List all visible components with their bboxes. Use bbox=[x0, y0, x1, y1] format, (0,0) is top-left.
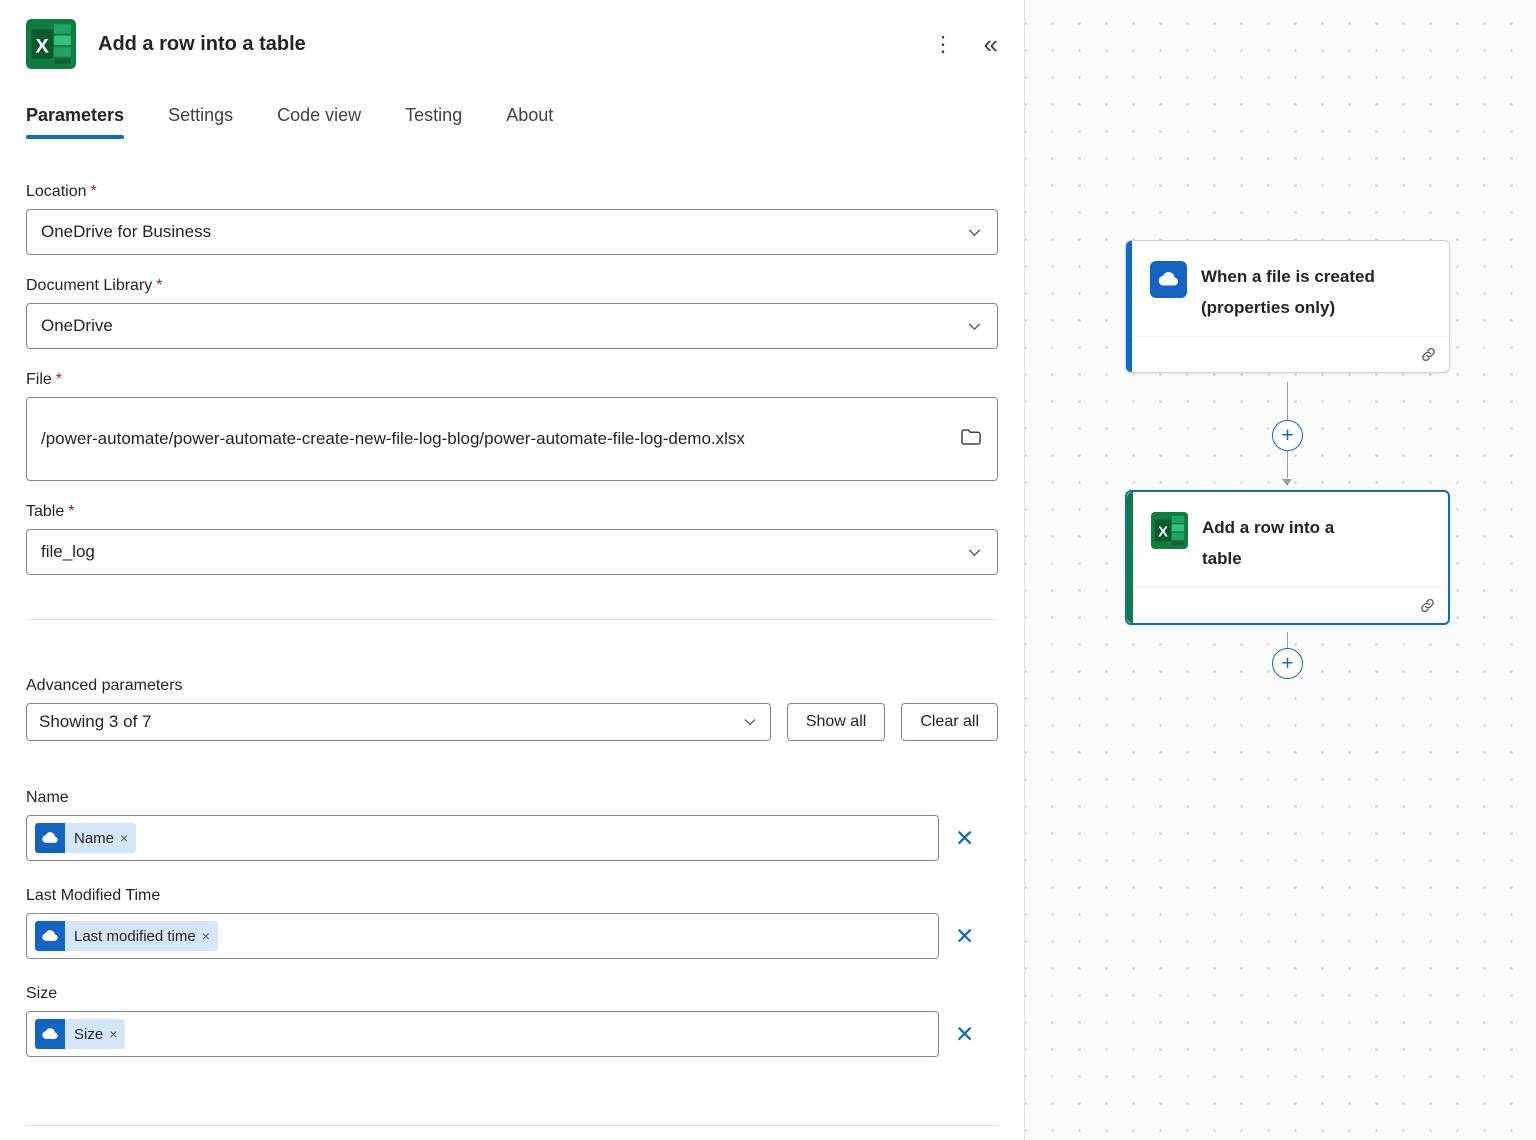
node-body: X Add a row into a table bbox=[1127, 492, 1448, 587]
parameters-form: Location * OneDrive for Business Document… bbox=[26, 183, 998, 1057]
document-library-label: Document Library * bbox=[26, 277, 998, 295]
tab-testing[interactable]: Testing bbox=[405, 105, 462, 139]
location-label: Location * bbox=[26, 183, 998, 201]
location-value: OneDrive for Business bbox=[41, 222, 212, 241]
required-asterisk: * bbox=[90, 183, 97, 200]
file-value: /power-automate/power-automate-create-ne… bbox=[41, 429, 745, 449]
size-field-label: Size bbox=[26, 985, 58, 1002]
required-asterisk: * bbox=[55, 371, 63, 388]
file-input[interactable]: /power-automate/power-automate-create-ne… bbox=[26, 397, 998, 481]
link-icon[interactable] bbox=[1419, 597, 1436, 614]
kebab-menu-icon[interactable]: ⋮ bbox=[933, 34, 954, 55]
plus-icon: + bbox=[1281, 651, 1294, 675]
svg-text:X: X bbox=[1158, 525, 1168, 541]
last-modified-time-field-row: Last modified time × ✕ bbox=[26, 913, 998, 959]
location-dropdown[interactable]: OneDrive for Business bbox=[26, 209, 998, 255]
table-dropdown[interactable]: file_log bbox=[26, 529, 998, 575]
pill-remove-icon[interactable]: × bbox=[202, 928, 218, 944]
chevron-down-icon bbox=[966, 224, 983, 241]
tab-settings[interactable]: Settings bbox=[168, 105, 233, 139]
onedrive-cloud-icon bbox=[35, 921, 65, 951]
pill-label: Last modified time bbox=[74, 927, 196, 945]
node-footer bbox=[1127, 586, 1448, 623]
node-footer bbox=[1126, 335, 1449, 372]
file-label: File * bbox=[26, 371, 998, 389]
arrowhead-icon bbox=[1282, 479, 1292, 486]
size-field-row: Size × ✕ bbox=[26, 1011, 998, 1057]
onedrive-icon bbox=[1150, 261, 1187, 298]
clear-size-field-button[interactable]: ✕ bbox=[955, 1020, 975, 1047]
advanced-parameters-label: Advanced parameters bbox=[26, 677, 183, 694]
clear-last-modified-time-field-button[interactable]: ✕ bbox=[955, 922, 975, 949]
trigger-node-when-file-created[interactable]: When a file is created (properties only) bbox=[1125, 240, 1450, 373]
folder-picker-icon[interactable] bbox=[959, 425, 983, 454]
node-title: Add a row into a table bbox=[1202, 518, 1335, 569]
power-automate-editor: X Add a row into a table ⋮ « Parameters … bbox=[0, 0, 1536, 1140]
table-value: file_log bbox=[41, 542, 95, 561]
location-label-text: Location bbox=[26, 183, 87, 200]
link-icon[interactable] bbox=[1420, 346, 1437, 363]
chevron-down-icon bbox=[966, 544, 983, 561]
tab-bar: Parameters Settings Code view Testing Ab… bbox=[26, 105, 998, 139]
advanced-parameters-row: Showing 3 of 7 Show all Clear all bbox=[26, 703, 998, 741]
table-label: Table * bbox=[26, 503, 998, 521]
document-library-label-text: Document Library bbox=[26, 277, 153, 294]
dismiss-icon: ✕ bbox=[955, 922, 975, 949]
advanced-dropdown-value: Showing 3 of 7 bbox=[39, 712, 152, 731]
pill-remove-icon[interactable]: × bbox=[109, 1026, 125, 1042]
tab-parameters[interactable]: Parameters bbox=[26, 105, 125, 139]
chevron-down-icon bbox=[966, 318, 983, 335]
section-divider bbox=[26, 619, 998, 620]
excel-icon: X bbox=[26, 19, 76, 69]
name-field-row: Name × ✕ bbox=[26, 815, 998, 861]
action-config-panel: X Add a row into a table ⋮ « Parameters … bbox=[0, 0, 1024, 1140]
dynamic-content-pill-name[interactable]: Name × bbox=[35, 823, 137, 853]
onedrive-cloud-icon bbox=[35, 823, 65, 853]
dismiss-icon: ✕ bbox=[955, 1020, 975, 1047]
required-asterisk: * bbox=[156, 277, 163, 294]
table-label-text: Table bbox=[26, 503, 65, 520]
file-label-text: File bbox=[26, 371, 52, 388]
advanced-parameters-dropdown[interactable]: Showing 3 of 7 bbox=[26, 703, 771, 741]
pill-label: Name bbox=[74, 829, 115, 847]
panel-bottom-divider bbox=[26, 1125, 998, 1126]
pill-remove-icon[interactable]: × bbox=[120, 830, 136, 846]
plus-icon: + bbox=[1281, 423, 1294, 447]
header-actions: ⋮ « bbox=[933, 31, 998, 57]
name-input[interactable]: Name × bbox=[26, 815, 939, 861]
clear-name-field-button[interactable]: ✕ bbox=[955, 824, 975, 851]
flow-canvas[interactable]: When a file is created (properties only)… bbox=[1024, 0, 1536, 1140]
excel-icon: X bbox=[1151, 512, 1188, 549]
document-library-dropdown[interactable]: OneDrive bbox=[26, 303, 998, 349]
dynamic-content-pill-last-modified-time[interactable]: Last modified time × bbox=[35, 921, 218, 951]
connector-tail: + bbox=[1272, 632, 1303, 684]
last-modified-time-input[interactable]: Last modified time × bbox=[26, 913, 939, 959]
connector: + bbox=[1272, 382, 1303, 486]
name-field-label: Name bbox=[26, 789, 69, 806]
clear-all-button[interactable]: Clear all bbox=[901, 703, 998, 741]
show-all-button[interactable]: Show all bbox=[786, 703, 886, 741]
svg-text:X: X bbox=[36, 35, 50, 57]
collapse-panel-icon[interactable]: « bbox=[984, 31, 998, 57]
required-asterisk: * bbox=[68, 503, 75, 520]
add-action-button[interactable]: + bbox=[1272, 648, 1303, 679]
panel-header: X Add a row into a table ⋮ « bbox=[26, 0, 998, 69]
insert-action-button[interactable]: + bbox=[1272, 420, 1303, 451]
action-node-add-row-into-table[interactable]: X Add a row into a table bbox=[1125, 490, 1450, 625]
node-title: When a file is created (properties only) bbox=[1201, 267, 1375, 318]
onedrive-cloud-icon bbox=[35, 1019, 65, 1049]
last-modified-time-field-label: Last Modified Time bbox=[26, 887, 161, 904]
dismiss-icon: ✕ bbox=[955, 824, 975, 851]
panel-title: Add a row into a table bbox=[98, 32, 306, 55]
chevron-down-icon bbox=[742, 714, 758, 730]
node-body: When a file is created (properties only) bbox=[1126, 241, 1449, 336]
tab-code-view[interactable]: Code view bbox=[277, 105, 361, 139]
tab-about[interactable]: About bbox=[506, 105, 553, 139]
pill-label: Size bbox=[74, 1025, 104, 1043]
size-input[interactable]: Size × bbox=[26, 1011, 939, 1057]
dynamic-content-pill-size[interactable]: Size × bbox=[35, 1019, 126, 1049]
document-library-value: OneDrive bbox=[41, 316, 113, 335]
